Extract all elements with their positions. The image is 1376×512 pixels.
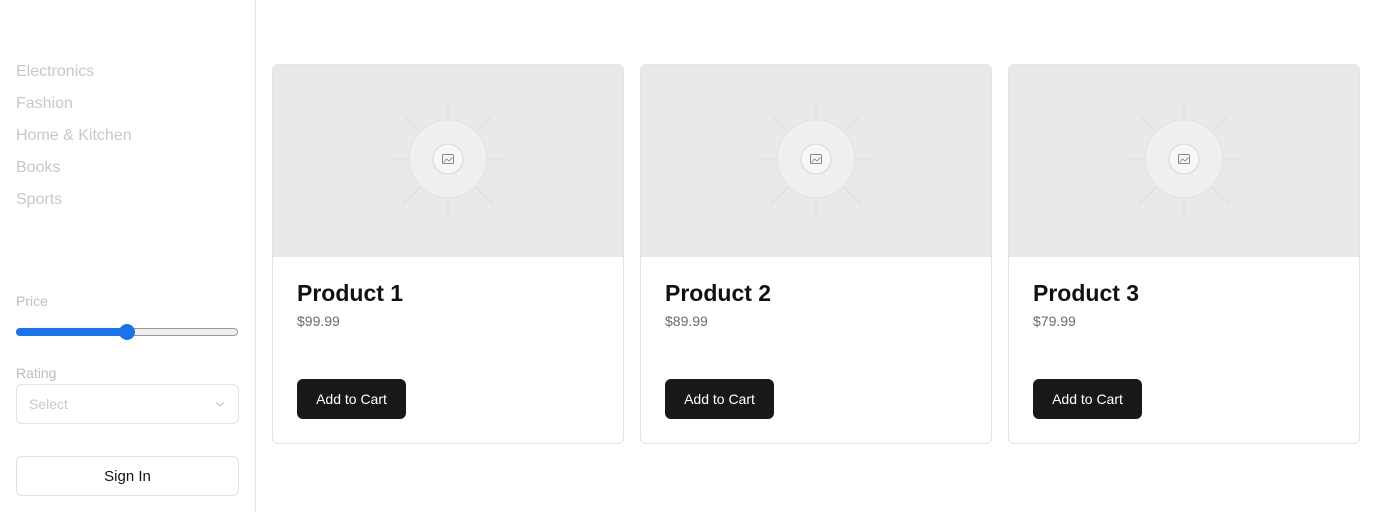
image-placeholder-icon [388, 99, 508, 224]
product-card: Product 2 $89.99 Add to Cart [640, 64, 992, 444]
category-electronics[interactable]: Electronics [16, 62, 132, 94]
product-title: Product 3 [1033, 280, 1140, 306]
price-slider-thumb[interactable] [119, 324, 135, 340]
image-placeholder-icon [756, 99, 876, 224]
add-to-cart-button[interactable]: Add to Cart [297, 379, 406, 419]
sign-in-button[interactable]: Sign In [16, 456, 239, 496]
product-card: Product 3 $79.99 Add to Cart [1008, 64, 1360, 444]
product-image [641, 65, 991, 257]
category-home-kitchen[interactable]: Home & Kitchen [16, 126, 132, 158]
price-slider-fill [16, 328, 127, 336]
price-label: Price [16, 293, 48, 309]
product-card: Product 1 $99.99 Add to Cart [272, 64, 624, 444]
product-title: Product 2 [665, 280, 772, 306]
category-fashion[interactable]: Fashion [16, 94, 132, 126]
add-to-cart-button[interactable]: Add to Cart [1033, 379, 1142, 419]
add-to-cart-button[interactable]: Add to Cart [665, 379, 774, 419]
chevron-down-icon [214, 398, 226, 410]
rating-select-value: Select [29, 396, 68, 412]
product-image [1009, 65, 1359, 257]
category-list: Electronics Fashion Home & Kitchen Books… [16, 62, 132, 222]
product-price: $89.99 [665, 313, 708, 329]
rating-select[interactable]: Select [16, 384, 239, 424]
price-slider[interactable] [16, 324, 238, 340]
product-price: $79.99 [1033, 313, 1076, 329]
image-placeholder-icon [1124, 99, 1244, 224]
product-price: $99.99 [297, 313, 340, 329]
product-image [273, 65, 623, 257]
sidebar: Electronics Fashion Home & Kitchen Books… [0, 0, 256, 512]
category-books[interactable]: Books [16, 158, 132, 190]
product-title: Product 1 [297, 280, 404, 306]
rating-label: Rating [16, 365, 57, 381]
category-sports[interactable]: Sports [16, 190, 132, 222]
